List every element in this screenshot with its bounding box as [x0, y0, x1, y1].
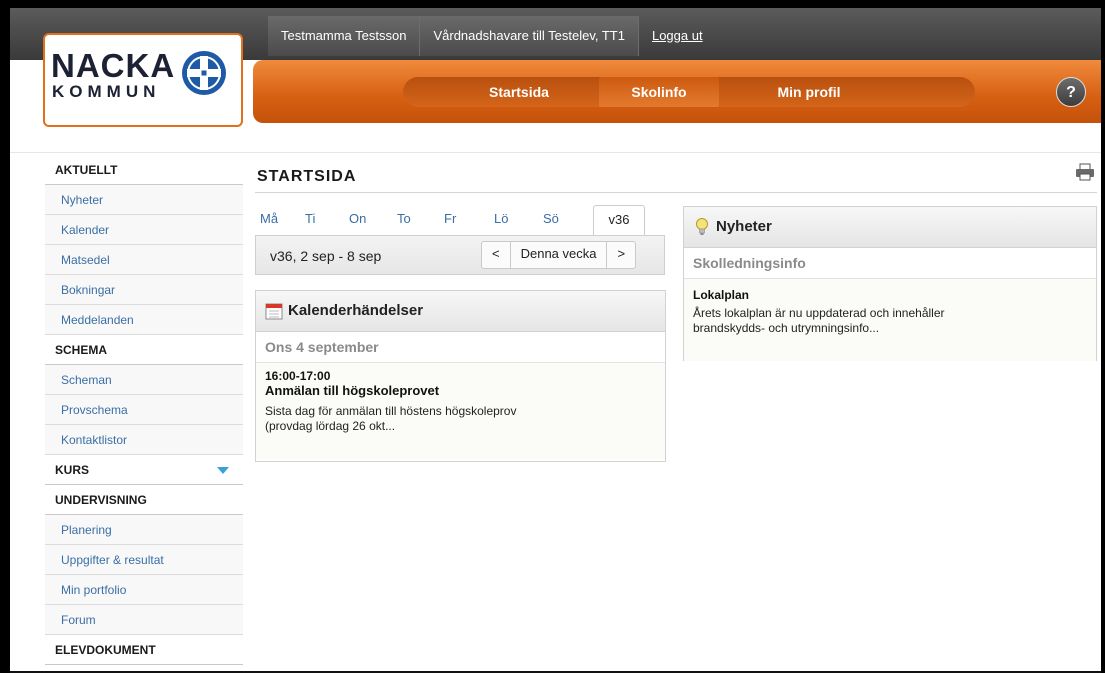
main-nav-bar: Startsida Skolinfo Min profil ?	[253, 60, 1101, 123]
next-week-button[interactable]: >	[607, 242, 635, 268]
header-divider	[10, 152, 1101, 153]
calendar-panel-title: Kalenderhändelser	[288, 302, 424, 319]
sidebar-heading-kurs-label: KURS	[55, 463, 90, 477]
help-button[interactable]: ?	[1056, 77, 1086, 107]
news-category[interactable]: Skolledningsinfo	[684, 248, 1096, 279]
sidebar-item-matsedel[interactable]: Matsedel	[45, 245, 243, 275]
tab-day-so[interactable]: Sö	[543, 211, 559, 226]
news-item[interactable]: Lokalplan Årets lokalplan är nu uppdater…	[684, 279, 1096, 361]
this-week-button[interactable]: Denna vecka	[511, 242, 608, 268]
sidebar-heading-elevdokument[interactable]: ELEVDOKUMENT	[45, 635, 243, 665]
calendar-panel: Kalenderhändelser Ons 4 september 16:00-…	[255, 290, 666, 462]
logout-link[interactable]: Logga ut	[639, 16, 716, 56]
page-title: STARTSIDA	[257, 168, 357, 185]
sidebar-heading-schema[interactable]: SCHEMA	[45, 335, 243, 365]
sidebar-heading-aktuellt[interactable]: AKTUELLT	[45, 155, 243, 185]
sidebar-heading-undervisning[interactable]: UNDERVISNING	[45, 485, 243, 515]
nav-min-profil[interactable]: Min profil	[749, 77, 869, 107]
sidebar-heading-kurs[interactable]: KURS	[45, 455, 243, 485]
lightbulb-icon	[696, 218, 708, 235]
week-nav: < Denna vecka >	[481, 241, 637, 269]
calendar-event[interactable]: 16:00-17:00 Anmälan till högskoleprovet …	[256, 363, 665, 459]
calendar-icon	[265, 303, 283, 320]
tab-day-on[interactable]: On	[349, 211, 366, 226]
nacka-logo[interactable]: NACKA KOMMUN	[43, 33, 243, 127]
main-nav: Startsida Skolinfo Min profil	[403, 77, 975, 107]
sidebar-item-planering[interactable]: Planering	[45, 515, 243, 545]
tab-day-fr[interactable]: Fr	[444, 211, 456, 226]
news-panel-header: Nyheter	[684, 207, 1096, 248]
day-tabs: Må Ti On To Fr Lö Sö v36	[257, 205, 665, 235]
week-range-label: v36, 2 sep - 8 sep	[270, 248, 382, 264]
role-link[interactable]: Vårdnadshavare till Testelev, TT1	[420, 16, 639, 56]
sidebar-item-meddelanden[interactable]: Meddelanden	[45, 305, 243, 335]
calendar-panel-header: Kalenderhändelser	[256, 291, 665, 332]
sidebar-item-bokningar[interactable]: Bokningar	[45, 275, 243, 305]
event-title[interactable]: Anmälan till högskoleprovet	[265, 383, 656, 399]
window-frame-top	[0, 0, 1105, 8]
tab-day-ti[interactable]: Ti	[305, 211, 315, 226]
prev-week-button[interactable]: <	[482, 242, 511, 268]
user-name-link[interactable]: Testmamma Testsson	[268, 16, 421, 56]
calendar-date: Ons 4 september	[256, 332, 665, 363]
logo-text-nacka: NACKA	[51, 47, 176, 84]
sidebar-item-kontaktlistor[interactable]: Kontaktlistor	[45, 425, 243, 455]
tab-day-ma[interactable]: Må	[260, 211, 278, 226]
sidebar-item-portfolio[interactable]: Min portfolio	[45, 575, 243, 605]
event-description-line2: (provdag lördag 26 okt...	[265, 419, 396, 433]
event-time: 16:00-17:00	[265, 369, 331, 383]
tab-day-lo[interactable]: Lö	[494, 211, 508, 226]
logo-emblem-icon	[182, 51, 226, 95]
nav-startsida[interactable]: Startsida	[463, 77, 575, 107]
sidebar: AKTUELLT Nyheter Kalender Matsedel Bokni…	[45, 155, 243, 665]
window-frame-left	[0, 0, 10, 673]
title-divider	[255, 192, 1097, 193]
news-item-title[interactable]: Lokalplan	[693, 287, 1087, 303]
print-icon[interactable]	[1075, 163, 1095, 181]
news-panel: Nyheter Skolledningsinfo Lokalplan Årets…	[683, 206, 1097, 361]
tab-week[interactable]: v36	[593, 205, 645, 235]
news-panel-title: Nyheter	[716, 218, 772, 235]
logo-text-kommun: KOMMUN	[52, 82, 161, 101]
nav-skolinfo[interactable]: Skolinfo	[599, 77, 719, 107]
tab-day-to[interactable]: To	[397, 211, 411, 226]
event-description-line1: Sista dag för anmälan till höstens högsk…	[265, 404, 517, 418]
sidebar-item-forum[interactable]: Forum	[45, 605, 243, 635]
sidebar-item-scheman[interactable]: Scheman	[45, 365, 243, 395]
sidebar-item-provschema[interactable]: Provschema	[45, 395, 243, 425]
week-selector: v36, 2 sep - 8 sep < Denna vecka >	[255, 235, 665, 275]
sidebar-item-uppgifter[interactable]: Uppgifter & resultat	[45, 545, 243, 575]
expand-arrow-icon[interactable]	[217, 467, 229, 474]
sidebar-item-kalender[interactable]: Kalender	[45, 215, 243, 245]
sidebar-item-nyheter[interactable]: Nyheter	[45, 185, 243, 215]
news-item-text-line1: Årets lokalplan är nu uppdaterad och inn…	[693, 306, 945, 320]
user-links: Testmamma Testsson Vårdnadshavare till T…	[268, 16, 716, 56]
news-item-text-line2: brandskydds- och utrymningsinfo...	[693, 321, 880, 335]
window-frame-right	[1101, 0, 1105, 673]
